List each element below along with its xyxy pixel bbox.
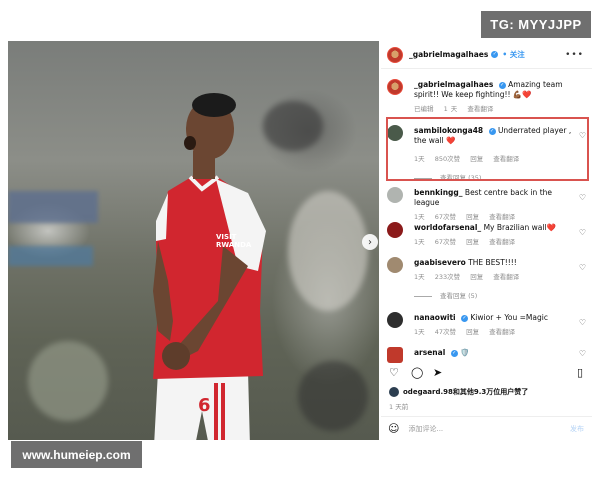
commenter-username[interactable]: worldofarsenal_ xyxy=(414,223,481,232)
comment-likes[interactable]: 233次赞 xyxy=(435,273,460,281)
blurred-banner xyxy=(8,246,93,266)
comment-bubble-icon[interactable]: ◯ xyxy=(411,366,423,379)
comment-meta: 1天 67次赞 回复 查看翻译 xyxy=(414,212,579,222)
verified-badge-icon: ✓ xyxy=(450,349,458,357)
next-image-arrow-icon[interactable]: › xyxy=(362,234,378,250)
caption-meta: 已编辑 1 天 查看翻译 xyxy=(414,104,579,114)
caption-avatar[interactable] xyxy=(387,79,403,95)
verified-badge-icon: ✓ xyxy=(498,81,506,89)
like-comment-heart-icon[interactable]: ♡ xyxy=(579,318,586,327)
comment-likes[interactable]: 67次赞 xyxy=(435,238,456,246)
author-username[interactable]: _gabrielmagalhaes xyxy=(409,50,488,59)
comment-input[interactable]: 添加评论... xyxy=(408,424,443,434)
comments-panel: _gabrielmagalhaes ✓ • 关注 ••• _gabrielmag… xyxy=(381,41,592,440)
author-avatar[interactable] xyxy=(387,46,403,63)
like-heart-icon[interactable]: ♡ xyxy=(389,366,399,379)
watermark-bottom: www.humeiep.com xyxy=(11,441,142,468)
edited-label: 已编辑 xyxy=(414,105,434,113)
blurred-crowd xyxy=(298,361,368,431)
comment-text: Kiwior + You =Magic xyxy=(470,313,548,322)
watermark-top: TG: MYYJJPP xyxy=(481,11,591,38)
save-bookmark-icon[interactable]: ▯ xyxy=(577,366,583,379)
follow-button[interactable]: • 关注 xyxy=(502,49,524,60)
liker-avatar xyxy=(389,387,399,397)
commenter-username[interactable]: bennkingg_ xyxy=(414,188,463,197)
reply-button[interactable]: 回复 xyxy=(466,328,479,336)
see-translation-link[interactable]: 查看翻译 xyxy=(467,105,493,113)
commenter-avatar[interactable] xyxy=(387,347,403,363)
commenter-username[interactable]: nanaowiti xyxy=(414,313,456,322)
commenter-avatar[interactable] xyxy=(387,312,403,328)
commenter-avatar[interactable] xyxy=(387,187,403,203)
verified-badge-icon: ✓ xyxy=(461,314,468,322)
sponsor-text-bottom: RWANDA xyxy=(216,241,252,249)
comment-text: 🛡️ xyxy=(460,348,470,357)
comment-time: 1天 xyxy=(414,273,425,281)
commenter-avatar[interactable] xyxy=(387,257,403,273)
reply-button[interactable]: 回复 xyxy=(466,238,479,246)
reply-button[interactable]: 回复 xyxy=(466,213,479,221)
view-replies-link[interactable]: 查看回复 (5) xyxy=(414,291,579,301)
like-comment-heart-icon[interactable]: ♡ xyxy=(579,228,586,237)
comment-meta: 1天 233次赞 回复 查看翻译 xyxy=(414,272,579,282)
post-comment-button[interactable]: 发布 xyxy=(570,424,584,434)
post-date: 1 天前 xyxy=(389,403,409,411)
blurred-crowd xyxy=(28,341,108,421)
like-comment-heart-icon[interactable]: ♡ xyxy=(579,263,586,272)
highlight-box xyxy=(386,117,589,181)
comment-time: 1天 xyxy=(414,213,425,221)
see-translation-link[interactable]: 查看翻译 xyxy=(489,213,515,221)
like-comment-heart-icon[interactable]: ♡ xyxy=(579,349,586,358)
comment-time: 1天 xyxy=(414,238,425,246)
sponsor-text-top: VISIT xyxy=(216,233,237,241)
emoji-smile-icon[interactable]: ☺ xyxy=(388,422,399,435)
reply-button[interactable]: 回复 xyxy=(470,273,483,281)
likes-text: odegaard.98和其他9.3万位用户赞了 xyxy=(403,388,529,396)
comment-meta: 1天 67次赞 回复 查看翻译 xyxy=(414,237,579,247)
comment-meta: 1天 47次赞 回复 查看翻译 xyxy=(414,327,579,337)
likes-summary[interactable]: odegaard.98和其他9.3万位用户赞了 xyxy=(389,387,528,397)
commenter-username[interactable]: arsenal xyxy=(414,348,445,357)
blurred-crowd xyxy=(288,191,368,311)
comment-likes[interactable]: 47次赞 xyxy=(435,328,456,336)
shirt-number: 6 xyxy=(198,395,211,416)
comment-likes[interactable]: 67次赞 xyxy=(435,213,456,221)
see-translation-link[interactable]: 查看翻译 xyxy=(493,273,519,281)
comment-text: My Brazilian wall❤️ xyxy=(483,223,556,232)
like-comment-heart-icon[interactable]: ♡ xyxy=(579,193,586,202)
comment-composer: ☺ 添加评论... 发布 xyxy=(381,416,592,440)
commenter-username[interactable]: gaabisevero xyxy=(414,258,466,267)
comment-text: THE BEST!!!! xyxy=(468,258,517,267)
share-send-icon[interactable]: ➤ xyxy=(433,366,442,379)
more-options-icon[interactable]: ••• xyxy=(565,50,584,60)
caption-time: 1 天 xyxy=(443,105,458,113)
verified-badge-icon: ✓ xyxy=(491,51,499,58)
view-replies-label: 查看回复 (5) xyxy=(440,292,478,300)
comment-time: 1天 xyxy=(414,328,425,336)
post-header: _gabrielmagalhaes ✓ • 关注 ••• xyxy=(381,41,592,69)
see-translation-link[interactable]: 查看翻译 xyxy=(489,238,515,246)
blurred-banner xyxy=(8,191,98,223)
see-translation-link[interactable]: 查看翻译 xyxy=(489,328,515,336)
player-figure: 6 VISIT RWANDA xyxy=(153,93,266,440)
screenshot-frame: 6 VISIT RWANDA › ● TG: MYYJJPP www.humei… xyxy=(0,0,600,480)
caption-username[interactable]: _gabrielmagalhaes xyxy=(414,80,493,89)
action-bar: ♡ ◯ ➤ ▯ xyxy=(389,366,589,380)
commenter-avatar[interactable] xyxy=(387,222,403,238)
post-photo[interactable]: 6 VISIT RWANDA › ● xyxy=(8,41,379,440)
